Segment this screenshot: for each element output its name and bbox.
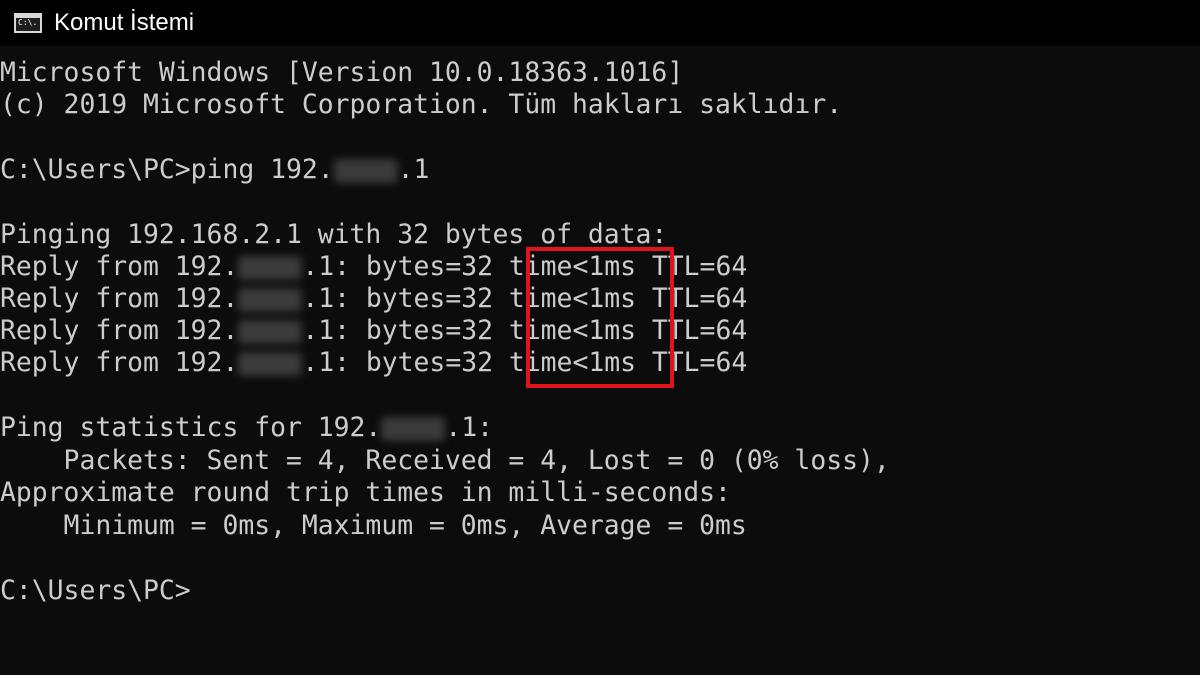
command-prefix: ping 192. [190, 154, 334, 185]
window-title: Komut İstemi [54, 9, 195, 36]
cmd-icon-text: C:\. [18, 18, 38, 27]
reply-prefix: Reply from 192. [0, 283, 239, 314]
redacted-ip-segment [238, 287, 303, 312]
approx-line: Approximate round trip times in milli-se… [0, 477, 731, 508]
command-line: C:\Users\PC>ping 192. .1 [0, 154, 429, 186]
reply-prefix: Reply from 192. [0, 251, 239, 282]
packets-line: Packets: Sent = 4, Received = 4, Lost = … [0, 445, 890, 476]
stats-prefix: Ping statistics for 192. [0, 412, 382, 443]
times-line: Minimum = 0ms, Maximum = 0ms, Average = … [0, 510, 747, 541]
title-bar[interactable]: C:\. Komut İstemi [0, 0, 1200, 46]
header-version-line: Microsoft Windows [Version 10.0.18363.10… [0, 57, 684, 88]
reply-prefix: Reply from 192. [0, 315, 239, 346]
stats-suffix: .1: [445, 412, 493, 443]
command-suffix: .1 [397, 154, 430, 185]
reply-suffix: .1: bytes=32 [302, 251, 509, 282]
reply-suffix: .1: bytes=32 [302, 347, 509, 378]
redacted-ip-segment [238, 319, 303, 344]
reply-prefix: Reply from 192. [0, 347, 239, 378]
cmd-icon: C:\. [14, 13, 42, 33]
reply-suffix: .1: bytes=32 [302, 283, 509, 314]
prompt-text: C:\Users\PC> [0, 154, 191, 185]
final-prompt-line: C:\Users\PC> [0, 575, 191, 606]
redacted-ip-segment [238, 351, 303, 376]
redacted-ip-segment [333, 158, 398, 183]
header-copyright-line: (c) 2019 Microsoft Corporation. Tüm hakl… [0, 89, 843, 120]
redacted-ip-segment [381, 416, 446, 441]
stats-header-line: Ping statistics for 192. .1: [0, 412, 493, 444]
time-highlight-box [526, 247, 674, 388]
redacted-ip-segment [238, 255, 303, 280]
reply-suffix: .1: bytes=32 [302, 315, 509, 346]
